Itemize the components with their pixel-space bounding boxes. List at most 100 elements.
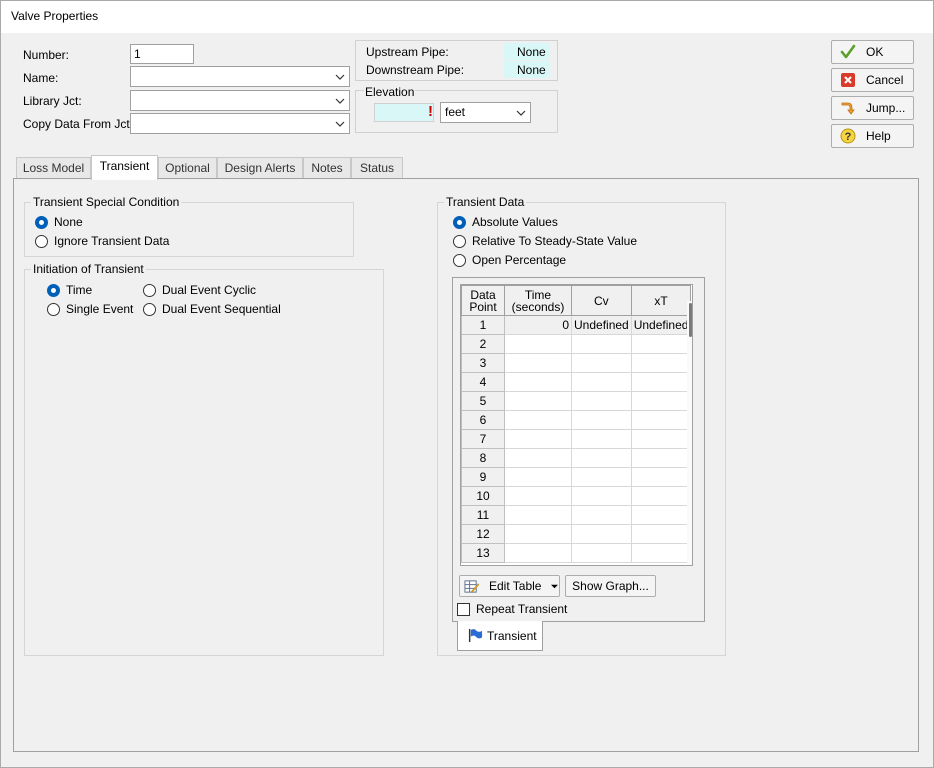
row-header-cell[interactable]: 2 [461,334,505,354]
table-cell[interactable] [571,524,632,544]
title-bar[interactable]: Valve Properties [1,1,933,33]
table-cell[interactable] [571,372,632,392]
row-header-cell[interactable]: 6 [461,410,505,430]
header-time-seconds[interactable]: Time (seconds) [504,285,572,316]
table-cell[interactable] [571,353,632,373]
table-cell[interactable] [571,486,632,506]
table-cell[interactable] [504,372,572,392]
bottom-tab-transient[interactable]: Transient [457,621,543,651]
name-combo[interactable] [130,66,350,87]
row-header-cell[interactable]: 12 [461,524,505,544]
radio-open-percentage[interactable]: Open Percentage [453,253,566,267]
table-cell[interactable] [571,543,632,563]
table-scrollbar[interactable] [687,301,692,565]
tab-transient[interactable]: Transient [91,155,158,180]
table-cell[interactable] [630,372,692,392]
table-cell[interactable] [630,353,692,373]
table-row[interactable]: 11 [461,505,692,525]
row-header-cell[interactable]: 7 [461,429,505,449]
number-input[interactable]: 1 [130,44,194,64]
table-cell[interactable] [571,448,632,468]
table-cell[interactable] [571,391,632,411]
table-cell[interactable] [504,429,572,449]
table-cell[interactable] [504,334,572,354]
row-header-cell[interactable]: 13 [461,543,505,563]
tab-optional[interactable]: Optional [158,157,217,179]
radio-dual-event-cyclic[interactable]: Dual Event Cyclic [143,283,256,297]
tab-status[interactable]: Status [351,157,403,179]
table-cell[interactable] [504,448,572,468]
tab-notes[interactable]: Notes [303,157,351,179]
row-header-cell[interactable]: 1 [461,315,505,335]
table-row[interactable]: 3 [461,353,692,373]
row-header-cell[interactable]: 3 [461,353,505,373]
transient-data-grid[interactable]: Data Point Time (seconds) Cv xT 1 0 Undefine… [460,284,693,566]
row-header-cell[interactable]: 8 [461,448,505,468]
table-cell[interactable] [630,391,692,411]
row-header-cell[interactable]: 11 [461,505,505,525]
table-cell[interactable] [571,334,632,354]
copy-data-combo[interactable] [130,113,350,134]
header-cv[interactable]: Cv [571,285,632,316]
radio-relative-steady-state[interactable]: Relative To Steady-State Value [453,234,637,248]
table-row[interactable]: 13 [461,543,692,563]
row-header-cell[interactable]: 4 [461,372,505,392]
table-cell[interactable] [630,467,692,487]
table-cell[interactable] [571,410,632,430]
row-header-cell[interactable]: 5 [461,391,505,411]
radio-ignore-transient-data[interactable]: Ignore Transient Data [35,234,169,248]
table-row[interactable]: 8 [461,448,692,468]
table-row[interactable]: 2 [461,334,692,354]
edit-table-button[interactable]: Edit Table [459,575,560,597]
radio-dual-event-sequential[interactable]: Dual Event Sequential [143,302,281,316]
table-cell[interactable] [630,486,692,506]
row-header-cell[interactable]: 10 [461,486,505,506]
table-cell[interactable] [630,410,692,430]
table-row[interactable]: 10 [461,486,692,506]
radio-time[interactable]: Time [47,283,92,297]
table-cell[interactable] [504,524,572,544]
table-cell[interactable] [630,429,692,449]
table-cell[interactable] [630,524,692,544]
show-graph-button[interactable]: Show Graph... [565,575,656,597]
table-row[interactable]: 5 [461,391,692,411]
table-cell[interactable]: 0 [504,315,572,335]
radio-none[interactable]: None [35,215,83,229]
table-row[interactable]: 12 [461,524,692,544]
radio-absolute-values[interactable]: Absolute Values [453,215,558,229]
table-row[interactable]: 7 [461,429,692,449]
row-header-cell[interactable]: 9 [461,467,505,487]
table-cell[interactable] [504,467,572,487]
jump-button[interactable]: Jump... [831,96,914,120]
table-row[interactable]: 1 0 Undefined Undefined [461,315,692,335]
tab-design-alerts[interactable]: Design Alerts [217,157,303,179]
transient-data-table[interactable]: Data Point Time (seconds) Cv xT 1 0 Undefine… [461,285,692,563]
table-cell[interactable] [504,505,572,525]
elevation-input[interactable] [374,103,434,122]
table-cell[interactable] [630,448,692,468]
scrollbar-thumb[interactable] [689,303,692,337]
header-xt[interactable]: xT [630,285,692,316]
table-cell[interactable] [504,410,572,430]
help-button[interactable]: ? Help [831,124,914,148]
library-combo[interactable] [130,90,350,111]
table-cell[interactable] [504,391,572,411]
table-cell[interactable] [504,543,572,563]
radio-single-event[interactable]: Single Event [47,302,133,316]
elevation-unit-combo[interactable]: feet [440,102,531,123]
table-cell[interactable] [571,467,632,487]
table-cell[interactable] [571,505,632,525]
table-cell[interactable] [630,505,692,525]
table-cell[interactable] [504,486,572,506]
table-cell[interactable] [571,429,632,449]
header-data-point[interactable]: Data Point [461,285,505,316]
ok-button[interactable]: OK [831,40,914,64]
tab-loss-model[interactable]: Loss Model [16,157,91,179]
table-cell[interactable] [504,353,572,373]
table-row[interactable]: 9 [461,467,692,487]
table-row[interactable]: 6 [461,410,692,430]
table-cell[interactable]: Undefined [630,315,692,335]
table-row[interactable]: 4 [461,372,692,392]
cancel-button[interactable]: Cancel [831,68,914,92]
repeat-transient-checkbox[interactable]: Repeat Transient [457,602,567,616]
